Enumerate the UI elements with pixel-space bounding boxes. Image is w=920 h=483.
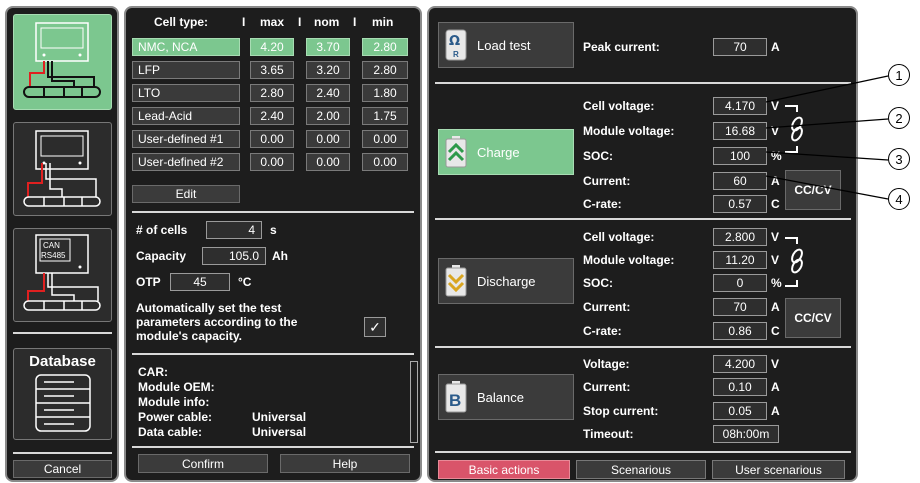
callout-line-2: [765, 118, 889, 129]
callout-marker-3: 3: [888, 148, 910, 170]
callout-line-1: [765, 75, 889, 103]
callout-line-3: [765, 151, 889, 161]
callout-marker-1: 1: [888, 64, 910, 86]
callout-line-4: [765, 175, 889, 200]
callout-marker-2: 2: [888, 107, 910, 129]
callout-marker-4: 4: [888, 188, 910, 210]
callout-lines: [765, 75, 889, 200]
